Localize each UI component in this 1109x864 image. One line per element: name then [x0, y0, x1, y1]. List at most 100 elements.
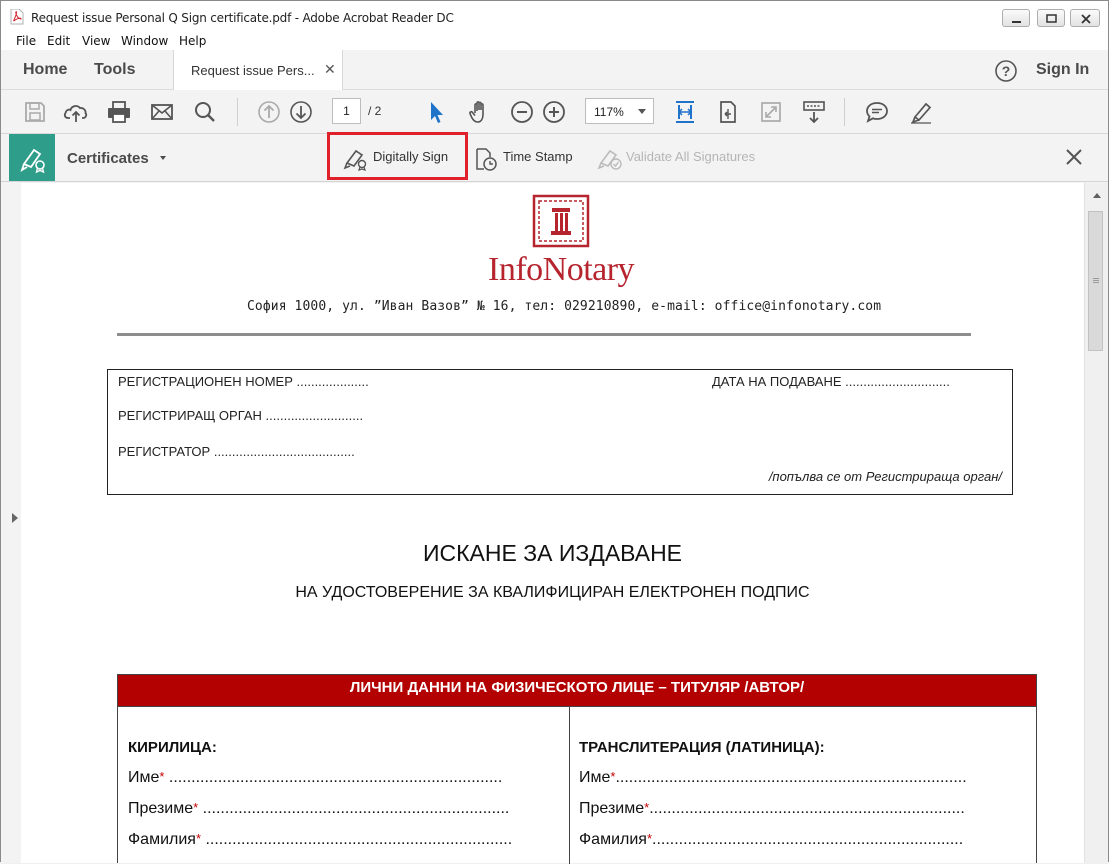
highlight-pen-icon[interactable]: [907, 98, 935, 126]
field-label: Презиме: [579, 800, 645, 817]
company-address: София 1000, ул. ”Иван Вазов” № 16, тел: …: [247, 299, 882, 314]
latin-middle-name-field: Презиме*................................…: [579, 800, 965, 818]
minimize-icon: [1012, 21, 1021, 23]
hand-tool-icon[interactable]: [466, 98, 494, 126]
registration-note: /попълва се от Регистрираща орган/: [768, 469, 1002, 484]
field-dots: ........................................…: [201, 831, 513, 848]
cyrillic-last-name-field: Фамилия* ...............................…: [128, 831, 512, 849]
tab-document[interactable]: Request issue Pers... ✕: [173, 50, 343, 90]
validate-signatures-icon: [597, 149, 622, 170]
column-divider: [569, 707, 570, 864]
validate-all-signatures-button[interactable]: Validate All Signatures: [626, 149, 755, 164]
close-tab-icon[interactable]: ✕: [324, 61, 336, 78]
tab-tools[interactable]: Tools: [94, 61, 135, 79]
field-dots: ........................................…: [198, 800, 510, 817]
cyrillic-first-name-field: Име* ...................................…: [128, 769, 502, 787]
certificate-pen-icon: [20, 148, 45, 174]
menu-help[interactable]: Help: [179, 34, 206, 48]
zoom-value: 117%: [594, 105, 624, 119]
field-label: Име: [579, 769, 611, 786]
menu-file[interactable]: File: [16, 34, 36, 48]
menu-bar: File Edit View Window Help: [1, 31, 1108, 50]
search-icon[interactable]: [191, 98, 219, 126]
registering-authority-line: РЕГИСТРИРАЩ ОРГАН ......................…: [118, 408, 364, 423]
help-icon[interactable]: ?: [994, 59, 1018, 83]
title-bar: Request issue Personal Q Sign certificat…: [1, 1, 1108, 31]
infonotary-logo-icon: [532, 194, 590, 248]
svg-text:?: ?: [1002, 63, 1011, 79]
infonotary-wordmark: InfoNotary: [488, 251, 635, 288]
field-label: Фамилия: [128, 831, 196, 848]
field-dots: ........................................…: [615, 769, 967, 786]
full-screen-icon[interactable]: [757, 98, 785, 126]
grip-icon: [1093, 278, 1099, 279]
close-window-button[interactable]: [1070, 9, 1100, 27]
latin-first-name-field: Име*....................................…: [579, 769, 967, 787]
menu-edit[interactable]: Edit: [47, 34, 70, 48]
latin-heading: ТРАНСЛИТЕРАЦИЯ (ЛАТИНИЦА):: [579, 739, 825, 756]
zoom-dropdown[interactable]: 117%: [585, 98, 654, 124]
pdf-file-icon: [10, 9, 24, 25]
upload-cloud-icon[interactable]: [62, 98, 90, 126]
field-dots: ........................................…: [649, 800, 965, 817]
time-stamp-icon: [476, 148, 497, 171]
chevron-down-icon: [638, 109, 646, 114]
menu-window[interactable]: Window: [121, 34, 168, 48]
page-total: / 2: [368, 104, 382, 118]
sign-in-button[interactable]: Sign In: [1036, 61, 1089, 79]
cyrillic-middle-name-field: Презиме* ...............................…: [128, 800, 509, 818]
minimize-button[interactable]: [1002, 9, 1030, 27]
restore-icon: [1046, 14, 1057, 23]
scroll-mode-icon[interactable]: [800, 98, 828, 126]
rotate-page-icon[interactable]: [714, 98, 742, 126]
close-icon[interactable]: [1064, 147, 1084, 167]
close-icon: [1081, 14, 1091, 24]
left-panel-toggle-strip[interactable]: [1, 183, 21, 863]
time-stamp-button[interactable]: Time Stamp: [503, 149, 573, 164]
print-icon[interactable]: [105, 98, 133, 126]
personal-data-header-text: ЛИЧНИ ДАННИ НА ФИЗИЧЕСКОТО ЛИЦЕ – ТИТУЛЯ…: [349, 679, 805, 696]
maximize-button[interactable]: [1037, 9, 1065, 27]
registration-box: РЕГИСТРАЦИОНЕН НОМЕР ...................…: [107, 369, 1013, 495]
registrar-line: РЕГИСТРАТОР ............................…: [118, 444, 355, 459]
menu-view[interactable]: View: [82, 34, 110, 48]
field-dots: ........................................…: [652, 831, 964, 848]
certificates-menu[interactable]: Certificates: [67, 150, 149, 167]
expand-panel-icon[interactable]: [12, 513, 18, 523]
header-divider: [117, 333, 971, 336]
personal-data-header: ЛИЧНИ ДАННИ НА ФИЗИЧЕСКОТО ЛИЦЕ – ТИТУЛЯ…: [118, 675, 1036, 707]
vertical-scrollbar[interactable]: [1084, 183, 1108, 863]
previous-page-icon[interactable]: [255, 98, 283, 126]
document-tab-label: Request issue Pers...: [191, 63, 315, 78]
tab-home[interactable]: Home: [23, 61, 67, 79]
field-label: Име: [128, 769, 160, 786]
scroll-up-arrow-icon[interactable]: [1093, 193, 1101, 198]
page-number-input[interactable]: 1: [332, 98, 361, 124]
toolbar-separator: [237, 98, 238, 126]
zoom-out-icon[interactable]: [508, 98, 536, 126]
save-icon[interactable]: [21, 98, 49, 126]
scrollbar-thumb[interactable]: [1088, 211, 1103, 351]
cyrillic-heading: КИРИЛИЦА:: [128, 739, 217, 756]
certificates-tool-tile[interactable]: [9, 134, 55, 181]
fit-page-icon[interactable]: [671, 98, 699, 126]
document-subtitle: НА УДОСТОВЕРЕНИЕ ЗА КВАЛИФИЦИРАН ЕЛЕКТРО…: [295, 584, 810, 601]
toolbar-separator: [844, 98, 845, 126]
document-viewer: InfoNotary София 1000, ул. ”Иван Вазов” …: [1, 183, 1108, 864]
personal-data-table: ЛИЧНИ ДАННИ НА ФИЗИЧЕСКОТО ЛИЦЕ – ТИТУЛЯ…: [117, 674, 1037, 864]
comment-icon[interactable]: [863, 98, 891, 126]
digitally-sign-highlight: [327, 132, 468, 180]
zoom-in-icon[interactable]: [540, 98, 568, 126]
field-label: Фамилия: [579, 831, 647, 848]
select-cursor-icon[interactable]: [422, 98, 450, 126]
certificates-toolbar: Certificates Digitally Sign Time Stamp V…: [1, 134, 1108, 182]
tab-row: Home Tools Request issue Pers... ✕: [1, 50, 1108, 90]
email-icon[interactable]: [148, 98, 176, 126]
window-title: Request issue Personal Q Sign certificat…: [31, 11, 454, 25]
field-dots: ........................................…: [164, 769, 503, 786]
document-title: ИСКАНЕ ЗА ИЗДАВАНЕ: [422, 540, 683, 566]
acrobat-window: Request issue Personal Q Sign certificat…: [0, 0, 1109, 864]
next-page-icon[interactable]: [287, 98, 315, 126]
field-label: Презиме: [128, 800, 194, 817]
main-toolbar: 1 / 2 117%: [1, 90, 1108, 134]
